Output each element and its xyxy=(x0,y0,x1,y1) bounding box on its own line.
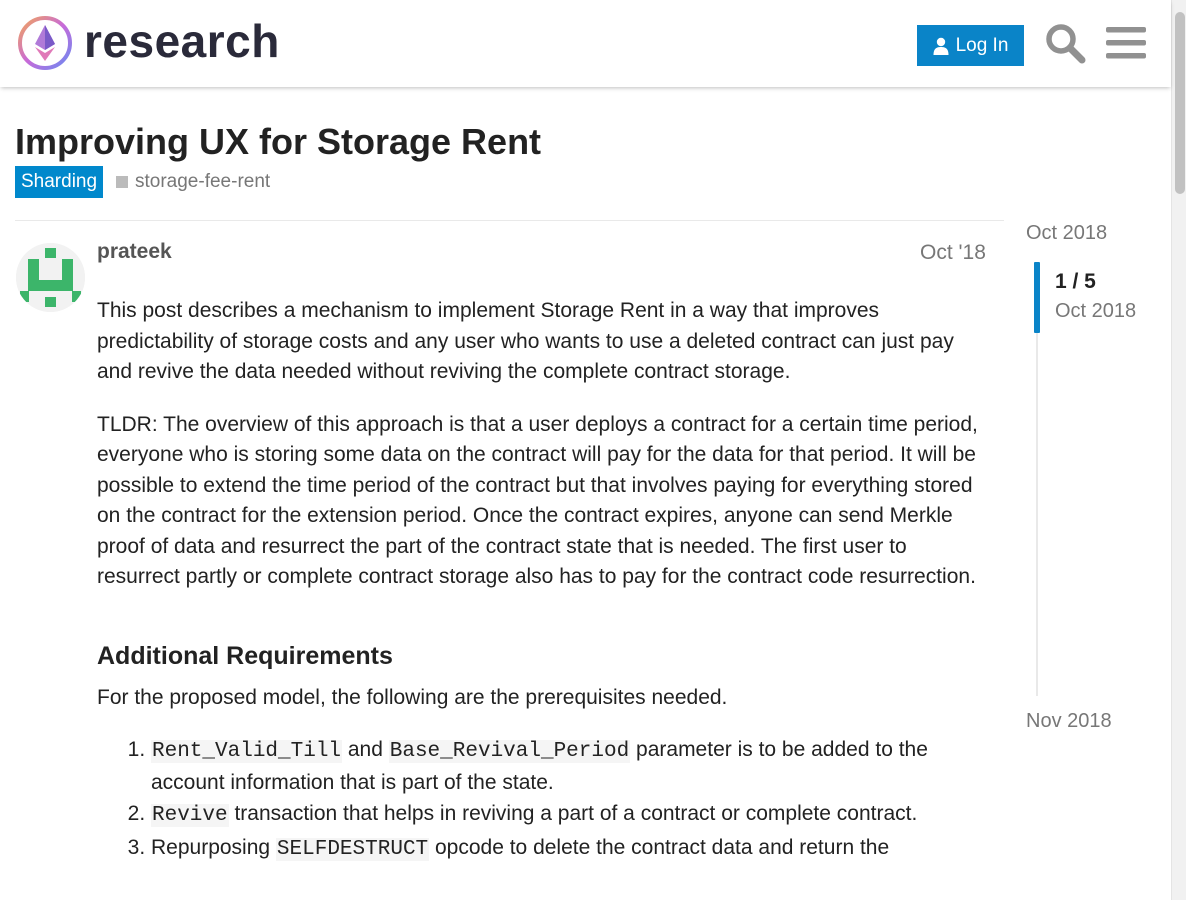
post-paragraph: This post describes a mechanism to imple… xyxy=(97,299,954,383)
inline-code: Base_Revival_Period xyxy=(388,740,631,763)
post-body: This post describes a mechanism to imple… xyxy=(97,296,992,866)
identicon-avatar-icon xyxy=(16,243,85,312)
search-icon[interactable] xyxy=(1044,22,1086,64)
list-item: Repurposing SELFDESTRUCT opcode to delet… xyxy=(151,833,992,866)
timeline-current-date: Oct 2018 xyxy=(1055,300,1137,322)
list-item: Rent_Valid_Till and Base_Revival_Period … xyxy=(151,735,992,798)
timeline-end-date[interactable]: Nov 2018 xyxy=(1026,710,1112,733)
topic-tag[interactable]: storage-fee-rent xyxy=(116,166,270,198)
post-divider xyxy=(15,220,1004,221)
category-badge[interactable]: Sharding xyxy=(15,166,104,198)
user-icon xyxy=(933,37,949,55)
page-scrollbar[interactable] xyxy=(1171,0,1186,900)
inline-code: SELFDESTRUCT xyxy=(275,837,430,861)
ethereum-research-logo-icon xyxy=(18,16,72,70)
list-item: Revive transaction that helps in revivin… xyxy=(151,799,992,832)
list-text: transaction that helps in reviving a par… xyxy=(228,802,918,825)
inline-code: Revive xyxy=(151,804,229,827)
requirements-list: Rent_Valid_Till and Base_Revival_Period … xyxy=(97,735,992,865)
avatar[interactable] xyxy=(16,243,85,312)
list-text: opcode to delete the contract data and r… xyxy=(429,835,890,859)
login-label: Log In xyxy=(955,34,1009,56)
topic-title[interactable]: Improving UX for Storage Rent xyxy=(15,121,541,163)
section-intro: For the proposed model, the following ar… xyxy=(97,685,728,709)
logo-text: research xyxy=(84,15,280,67)
post-author[interactable]: prateek xyxy=(97,240,172,264)
list-text: Repurposing xyxy=(151,835,276,859)
timeline-start-date[interactable]: Oct 2018 xyxy=(1026,222,1107,245)
tag-square-icon xyxy=(116,176,128,188)
section-heading: Additional Requirements xyxy=(97,641,393,670)
inline-code: Rent_Valid_Till xyxy=(151,740,343,763)
scrollbar-thumb[interactable] xyxy=(1175,12,1185,194)
site-header: research Log In xyxy=(0,0,1171,87)
post-date[interactable]: Oct '18 xyxy=(920,241,986,265)
hamburger-menu-icon[interactable] xyxy=(1106,26,1146,60)
site-logo[interactable]: research xyxy=(16,14,280,72)
post-paragraph: TLDR: The overview of this approach is t… xyxy=(97,412,978,589)
tag-label: storage-fee-rent xyxy=(135,171,271,192)
timeline-position: 1 / 5 xyxy=(1055,270,1096,293)
timeline-handle[interactable] xyxy=(1034,262,1040,333)
list-text: and xyxy=(342,738,389,761)
login-button[interactable]: Log In xyxy=(917,25,1024,66)
